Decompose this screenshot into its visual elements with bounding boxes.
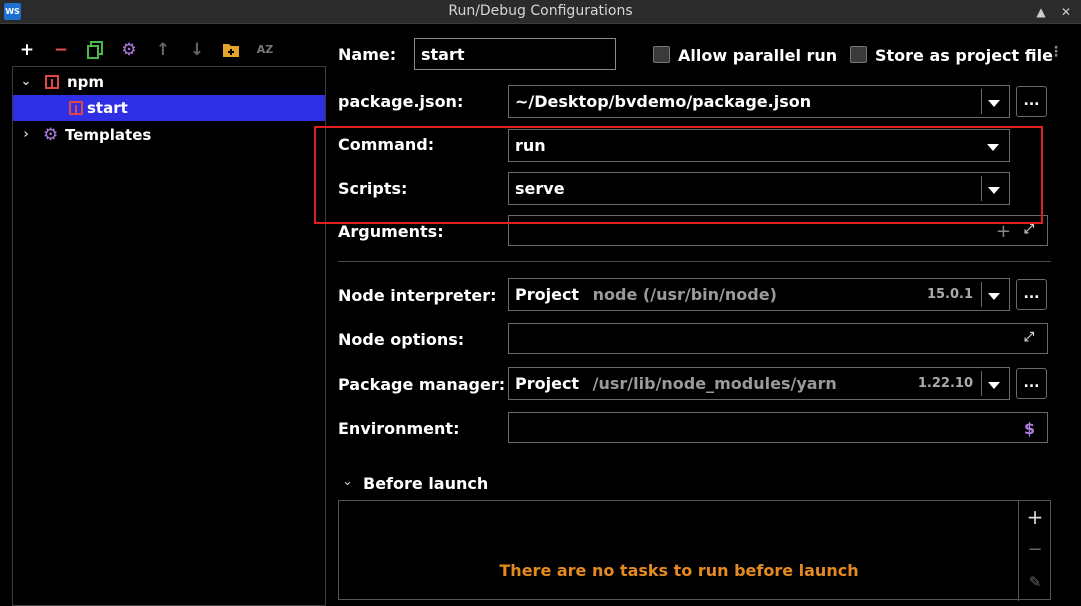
store-project-label: Store as project file — [875, 46, 1053, 65]
package-json-value: ~/Desktop/bvdemo/package.json — [515, 92, 812, 111]
package-json-browse-button[interactable]: ... — [1016, 86, 1047, 117]
arguments-label: Arguments: — [338, 222, 444, 241]
tree-label-npm: npm — [67, 73, 105, 91]
separator — [338, 261, 1051, 262]
before-launch-title[interactable]: Before launch — [363, 474, 488, 493]
node-interpreter-browse-button[interactable]: ... — [1016, 279, 1047, 310]
chevron-up-icon[interactable]: ▲ — [1033, 4, 1049, 20]
highlight-box — [314, 126, 1043, 224]
new-folder-icon[interactable] — [220, 38, 242, 62]
dropdown-arrow-icon[interactable] — [981, 371, 1005, 396]
package-manager-label: Package manager: — [338, 375, 506, 394]
expand-icon[interactable]: ⤢ — [1021, 222, 1037, 238]
package-manager-kind: Project — [515, 374, 580, 393]
config-tree: ⌄ npm start › ⚙ Templates — [12, 66, 326, 606]
package-json-select[interactable]: ~/Desktop/bvdemo/package.json — [508, 85, 1010, 118]
tree-label-start: start — [87, 99, 128, 117]
expand-icon[interactable]: ⤢ — [1021, 330, 1037, 346]
config-toolbar: + − ⚙ ↑ ↓ AZ — [12, 38, 312, 62]
node-interpreter-path: node (/usr/bin/node) — [592, 285, 777, 304]
package-manager-browse-button[interactable]: ... — [1016, 368, 1047, 399]
remove-icon[interactable]: − — [50, 38, 72, 62]
node-interpreter-version: 15.0.1 — [926, 287, 973, 302]
copy-icon[interactable] — [84, 38, 106, 62]
tree-item-templates[interactable]: › ⚙ Templates — [13, 122, 325, 148]
node-interpreter-select[interactable]: Project node (/usr/bin/node) 15.0.1 — [508, 278, 1010, 311]
npm-icon — [45, 75, 59, 89]
arrow-down-icon[interactable]: ↓ — [186, 38, 208, 62]
edit-icon[interactable]: ✎ — [1019, 573, 1051, 591]
node-options-label: Node options: — [338, 330, 465, 349]
chevron-down-icon[interactable]: ⌄ — [19, 69, 33, 95]
gear-icon: ⚙ — [43, 125, 59, 145]
dropdown-arrow-icon[interactable] — [981, 89, 1005, 114]
more-icon[interactable]: ⋮ — [1049, 44, 1063, 60]
package-manager-path: /usr/lib/node_modules/yarn — [592, 374, 837, 393]
before-launch-actions: + − ✎ — [1018, 501, 1050, 601]
package-manager-version: 1.22.10 — [917, 376, 973, 391]
add-icon[interactable]: + — [16, 38, 38, 62]
before-launch-empty-message: There are no tasks to run before launch — [499, 561, 859, 580]
window-title: Run/Debug Configurations — [448, 3, 633, 19]
store-project-checkbox[interactable] — [850, 46, 867, 63]
allow-parallel-label: Allow parallel run — [678, 46, 838, 65]
dropdown-arrow-icon[interactable] — [981, 282, 1005, 307]
environment-input[interactable]: $ — [508, 412, 1048, 443]
package-manager-select[interactable]: Project /usr/lib/node_modules/yarn 1.22.… — [508, 367, 1010, 400]
environment-label: Environment: — [338, 419, 460, 438]
before-launch-list: There are no tasks to run before launch … — [338, 500, 1051, 601]
node-interpreter-kind: Project — [515, 285, 580, 304]
allow-parallel-checkbox[interactable] — [653, 46, 670, 63]
add-icon[interactable]: + — [1019, 505, 1051, 529]
tree-label-templates: Templates — [65, 126, 152, 144]
chevron-down-icon[interactable]: ⌄ — [342, 474, 353, 489]
title-bar: WS Run/Debug Configurations ▲ ✕ — [0, 0, 1081, 24]
name-input[interactable]: start — [414, 38, 616, 70]
remove-icon[interactable]: − — [1019, 539, 1051, 560]
npm-icon — [69, 101, 83, 115]
close-icon[interactable]: ✕ — [1058, 4, 1074, 20]
node-interpreter-label: Node interpreter: — [338, 286, 497, 305]
arrow-up-icon[interactable]: ↑ — [152, 38, 174, 62]
chevron-right-icon[interactable]: › — [19, 122, 33, 148]
node-options-input[interactable]: ⤢ — [508, 323, 1048, 354]
package-json-label: package.json: — [338, 92, 464, 111]
name-label: Name: — [338, 45, 397, 64]
dollar-icon[interactable]: $ — [1024, 413, 1035, 444]
gear-icon[interactable]: ⚙ — [118, 38, 140, 62]
tree-item-npm[interactable]: ⌄ npm — [13, 69, 325, 95]
tree-item-start[interactable]: start — [13, 95, 325, 121]
sort-az-icon[interactable]: AZ — [254, 38, 276, 62]
